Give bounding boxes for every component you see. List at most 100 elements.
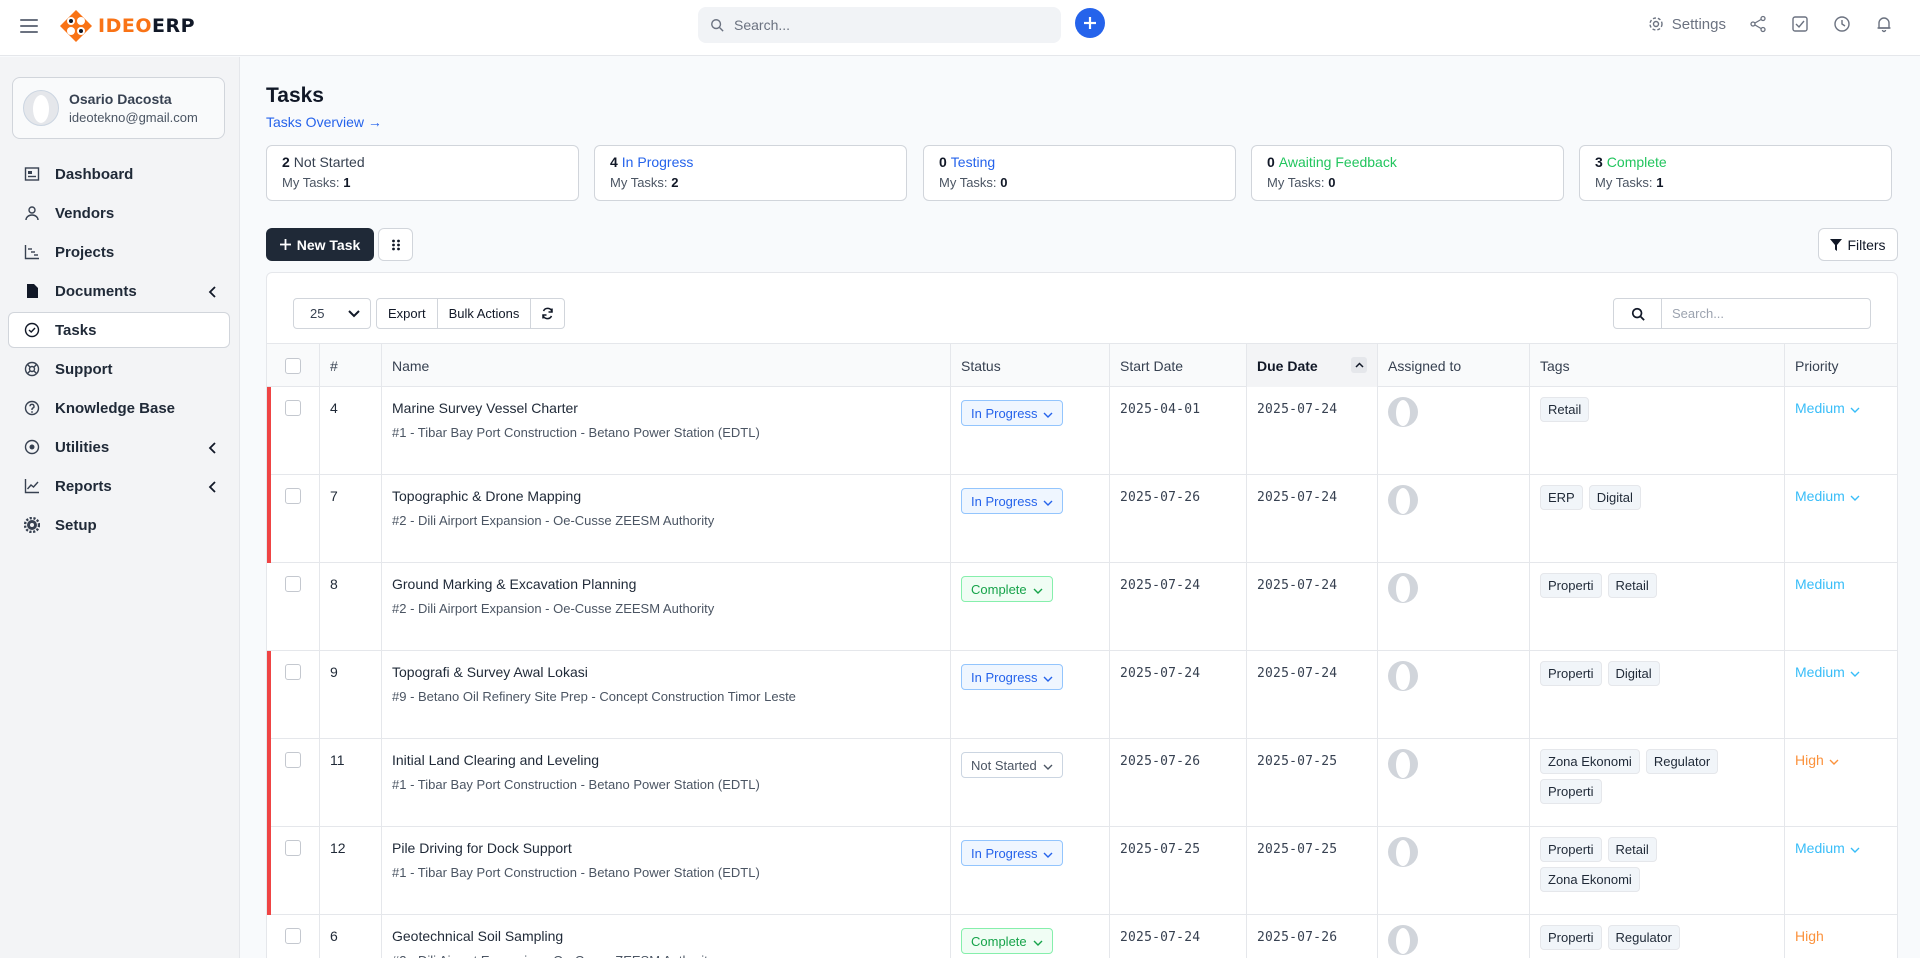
tag-badge[interactable]: Retail: [1607, 573, 1657, 598]
status-dropdown[interactable]: Not Started: [961, 752, 1063, 778]
row-checkbox[interactable]: [285, 664, 301, 680]
table-search-input[interactable]: [1662, 299, 1862, 328]
export-button[interactable]: Export: [377, 299, 438, 328]
task-name-link[interactable]: Topographic & Drone Mapping: [392, 488, 950, 504]
task-project-link[interactable]: #1 - Tibar Bay Port Construction - Betan…: [392, 777, 950, 792]
sidebar-item-setup[interactable]: Setup: [8, 507, 230, 543]
task-project-link[interactable]: #2 - Dili Airport Expansion - Oe-Cusse Z…: [392, 513, 950, 528]
select-all-checkbox[interactable]: [285, 357, 301, 374]
new-task-button[interactable]: New Task: [266, 228, 374, 261]
table-row[interactable]: 9 Topografi & Survey Awal Lokasi #9 - Beta…: [267, 651, 1897, 739]
task-name-link[interactable]: Initial Land Clearing and Leveling: [392, 752, 950, 768]
global-search-input[interactable]: [734, 17, 1034, 33]
tag-badge[interactable]: Zona Ekonomi: [1540, 749, 1640, 774]
table-row[interactable]: 6 Geotechnical Soil Sampling #2 - Dili Air…: [267, 915, 1897, 958]
share-icon[interactable]: [1748, 14, 1768, 34]
row-checkbox[interactable]: [285, 576, 301, 592]
table-row[interactable]: 4 Marine Survey Vessel Charter #1 - Tibar …: [267, 387, 1897, 475]
app-logo[interactable]: IDEOERP: [58, 8, 195, 44]
column-header-start-date[interactable]: Start Date: [1109, 344, 1246, 387]
sidebar-item-tasks[interactable]: Tasks: [8, 312, 230, 348]
row-checkbox[interactable]: [285, 840, 301, 856]
task-project-link[interactable]: #1 - Tibar Bay Port Construction - Betan…: [392, 865, 950, 880]
assignee-avatar[interactable]: [1388, 925, 1418, 955]
column-header-assigned[interactable]: Assigned to: [1377, 344, 1529, 387]
priority-dropdown[interactable]: Medium: [1795, 840, 1860, 856]
checkbox-icon[interactable]: [1790, 14, 1810, 34]
priority-dropdown[interactable]: Medium: [1795, 488, 1860, 504]
sidebar-item-documents[interactable]: Documents: [8, 273, 230, 309]
row-checkbox[interactable]: [285, 752, 301, 768]
tag-badge[interactable]: ERP: [1540, 485, 1583, 510]
task-project-link[interactable]: #1 - Tibar Bay Port Construction - Betan…: [392, 425, 950, 440]
user-profile-card[interactable]: Osario Dacosta ideotekno@gmail.com: [12, 77, 225, 139]
priority-dropdown[interactable]: High: [1795, 752, 1839, 768]
column-header-id[interactable]: #: [319, 344, 381, 387]
tag-badge[interactable]: Properti: [1540, 573, 1602, 598]
refresh-button[interactable]: [531, 299, 564, 328]
row-checkbox[interactable]: [285, 400, 301, 416]
status-dropdown[interactable]: In Progress: [961, 840, 1064, 866]
global-search[interactable]: [698, 7, 1061, 43]
stat-card[interactable]: 2 Not Started My Tasks: 1: [266, 145, 579, 201]
stat-card[interactable]: 0 Testing My Tasks: 0: [923, 145, 1236, 201]
task-name-link[interactable]: Pile Driving for Dock Support: [392, 840, 950, 856]
stat-card[interactable]: 0 Awaiting Feedback My Tasks: 0: [1251, 145, 1564, 201]
column-header-status[interactable]: Status: [950, 344, 1109, 387]
table-row[interactable]: 12 Pile Driving for Dock Support #1 - Tiba…: [267, 827, 1897, 915]
tasks-overview-link[interactable]: Tasks Overview →: [266, 114, 382, 130]
stat-card[interactable]: 3 Complete My Tasks: 1: [1579, 145, 1892, 201]
tag-badge[interactable]: Retail: [1607, 837, 1657, 862]
priority-dropdown[interactable]: Medium: [1795, 664, 1860, 680]
tag-badge[interactable]: Zona Ekonomi: [1540, 867, 1640, 892]
tag-badge[interactable]: Properti: [1540, 925, 1602, 950]
column-header-due-date[interactable]: Due Date: [1246, 344, 1377, 387]
sidebar-item-support[interactable]: Support: [8, 351, 230, 387]
table-search[interactable]: [1613, 298, 1871, 329]
tag-badge[interactable]: Regulator: [1645, 749, 1719, 774]
assignee-avatar[interactable]: [1388, 573, 1418, 603]
kanban-view-button[interactable]: [378, 228, 413, 261]
column-header-tags[interactable]: Tags: [1529, 344, 1784, 387]
sidebar-item-utilities[interactable]: Utilities: [8, 429, 230, 465]
bulk-actions-button[interactable]: Bulk Actions: [438, 299, 532, 328]
row-checkbox[interactable]: [285, 488, 301, 504]
page-size-select[interactable]: 25: [293, 298, 371, 329]
tag-badge[interactable]: Properti: [1540, 779, 1602, 804]
sidebar-item-knowledge-base[interactable]: Knowledge Base: [8, 390, 230, 426]
task-project-link[interactable]: #9 - Betano Oil Refinery Site Prep - Con…: [392, 689, 950, 704]
sidebar-item-reports[interactable]: Reports: [8, 468, 230, 504]
task-name-link[interactable]: Marine Survey Vessel Charter: [392, 400, 950, 416]
quick-create-button[interactable]: [1075, 8, 1105, 38]
priority-dropdown[interactable]: High: [1795, 928, 1824, 944]
tag-badge[interactable]: Digital: [1607, 661, 1660, 686]
table-row[interactable]: 8 Ground Marking & Excavation Planning #2 …: [267, 563, 1897, 651]
tag-badge[interactable]: Properti: [1540, 837, 1602, 862]
task-name-link[interactable]: Geotechnical Soil Sampling: [392, 928, 950, 944]
task-project-link[interactable]: #2 - Dili Airport Expansion - Oe-Cusse Z…: [392, 601, 950, 616]
status-dropdown[interactable]: Complete: [961, 576, 1053, 602]
assignee-avatar[interactable]: [1388, 837, 1418, 867]
priority-dropdown[interactable]: Medium: [1795, 400, 1860, 416]
bell-icon[interactable]: [1874, 14, 1894, 34]
row-checkbox[interactable]: [285, 928, 301, 944]
filters-button[interactable]: Filters: [1818, 228, 1898, 261]
sidebar-item-vendors[interactable]: Vendors: [8, 195, 230, 231]
assignee-avatar[interactable]: [1388, 397, 1418, 427]
table-row[interactable]: 7 Topographic & Drone Mapping #2 - Dili Ai…: [267, 475, 1897, 563]
assignee-avatar[interactable]: [1388, 749, 1418, 779]
tag-badge[interactable]: Retail: [1540, 397, 1590, 422]
task-project-link[interactable]: #2 - Dili Airport Expansion - Oe-Cusse Z…: [392, 953, 950, 958]
stat-card[interactable]: 4 In Progress My Tasks: 2: [594, 145, 907, 201]
assignee-avatar[interactable]: [1388, 485, 1418, 515]
sidebar-item-dashboard[interactable]: Dashboard: [8, 156, 230, 192]
tag-badge[interactable]: Digital: [1588, 485, 1641, 510]
tag-badge[interactable]: Regulator: [1607, 925, 1680, 950]
sidebar-item-projects[interactable]: Projects: [8, 234, 230, 270]
status-dropdown[interactable]: Complete: [961, 928, 1053, 954]
menu-toggle-icon[interactable]: [20, 19, 38, 33]
status-dropdown[interactable]: In Progress: [961, 400, 1064, 426]
task-name-link[interactable]: Topografi & Survey Awal Lokasi: [392, 664, 950, 680]
tag-badge[interactable]: Properti: [1540, 661, 1602, 686]
settings-link[interactable]: Settings: [1648, 16, 1726, 33]
